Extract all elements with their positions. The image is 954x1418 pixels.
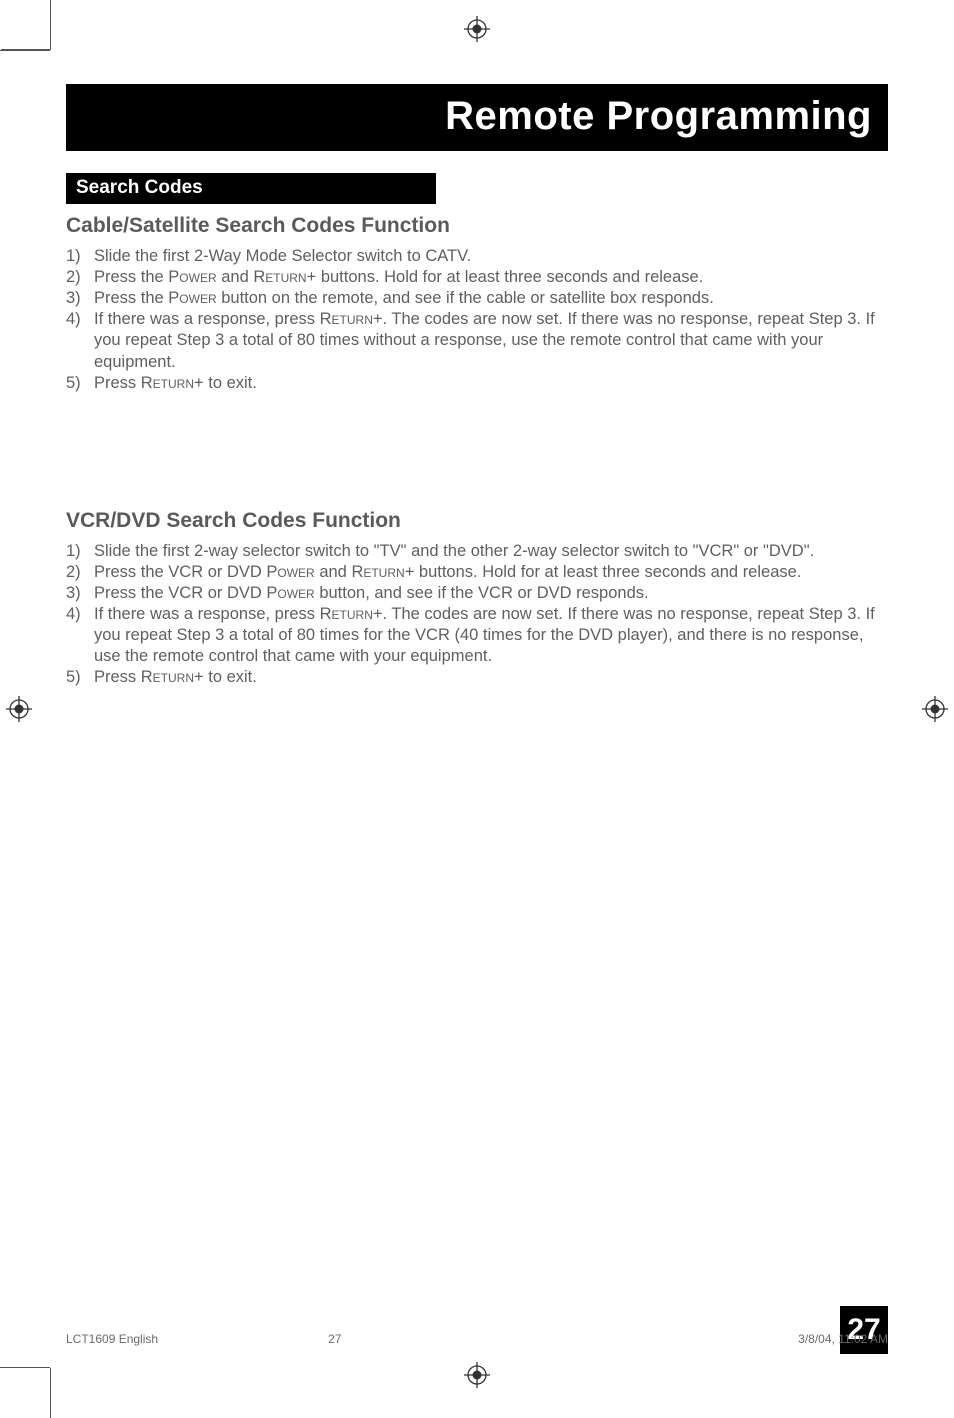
- list-item: 5)Press Return+ to exit.: [66, 373, 888, 394]
- step-text: Press Return+ to exit.: [94, 667, 888, 688]
- step-text: Press the Power and Return+ buttons. Hol…: [94, 267, 888, 288]
- list-item: 5)Press Return+ to exit.: [66, 667, 888, 688]
- step-number: 5): [66, 667, 94, 688]
- list-item: 1)Slide the first 2-way selector switch …: [66, 541, 888, 562]
- registration-mark-icon: [464, 16, 490, 42]
- registration-mark-icon: [464, 1362, 490, 1388]
- step-text: If there was a response, press Return+. …: [94, 309, 888, 372]
- step-text: Press Return+ to exit.: [94, 373, 888, 394]
- page-title: Remote Programming: [66, 84, 888, 151]
- crop-mark-top-left-h: [0, 50, 50, 51]
- crop-mark-bottom-left-v: [50, 1368, 67, 1418]
- subheading-cable: Cable/Satellite Search Codes Function: [66, 214, 888, 238]
- footer-timestamp: 3/8/04, 11:02 AM: [798, 1332, 888, 1346]
- step-number: 1): [66, 541, 94, 562]
- step-number: 5): [66, 373, 94, 394]
- step-number: 1): [66, 246, 94, 267]
- footer-page-number: 27: [328, 1332, 341, 1346]
- step-number: 2): [66, 267, 94, 288]
- registration-mark-icon: [922, 696, 948, 722]
- registration-mark-icon: [6, 696, 32, 722]
- section-heading-search-codes: Search Codes: [66, 173, 436, 204]
- list-item: 3)Press the Power button on the remote, …: [66, 288, 888, 309]
- vcr-steps-list: 1)Slide the first 2-way selector switch …: [66, 541, 888, 689]
- crop-mark-top-left-v: [50, 0, 67, 50]
- subheading-vcr-dvd: VCR/DVD Search Codes Function: [66, 509, 888, 533]
- page-number-badge: 27: [840, 1306, 888, 1354]
- footer: LCT1609 English 27 3/8/04, 11:02 AM: [66, 1332, 888, 1346]
- page-content: Remote Programming Search Codes Cable/Sa…: [66, 60, 888, 1358]
- step-number: 3): [66, 583, 94, 604]
- footer-doc-name: LCT1609 English: [66, 1332, 158, 1346]
- list-item: 3)Press the VCR or DVD Power button, and…: [66, 583, 888, 604]
- step-text: If there was a response, press Return+. …: [94, 604, 888, 667]
- list-item: 4)If there was a response, press Return+…: [66, 604, 888, 667]
- step-text: Press the VCR or DVD Power and Return+ b…: [94, 562, 888, 583]
- list-item: 2)Press the Power and Return+ buttons. H…: [66, 267, 888, 288]
- list-item: 2)Press the VCR or DVD Power and Return+…: [66, 562, 888, 583]
- list-item: 1)Slide the first 2-Way Mode Selector sw…: [66, 246, 888, 267]
- step-number: 4): [66, 309, 94, 372]
- step-text: Press the VCR or DVD Power button, and s…: [94, 583, 888, 604]
- cable-steps-list: 1)Slide the first 2-Way Mode Selector sw…: [66, 246, 888, 394]
- step-text: Slide the first 2-way selector switch to…: [94, 541, 888, 562]
- step-number: 2): [66, 562, 94, 583]
- crop-mark-bottom-left-h: [0, 1367, 50, 1368]
- step-number: 3): [66, 288, 94, 309]
- list-item: 4)If there was a response, press Return+…: [66, 309, 888, 372]
- step-text: Slide the first 2-Way Mode Selector swit…: [94, 246, 888, 267]
- step-number: 4): [66, 604, 94, 667]
- step-text: Press the Power button on the remote, an…: [94, 288, 888, 309]
